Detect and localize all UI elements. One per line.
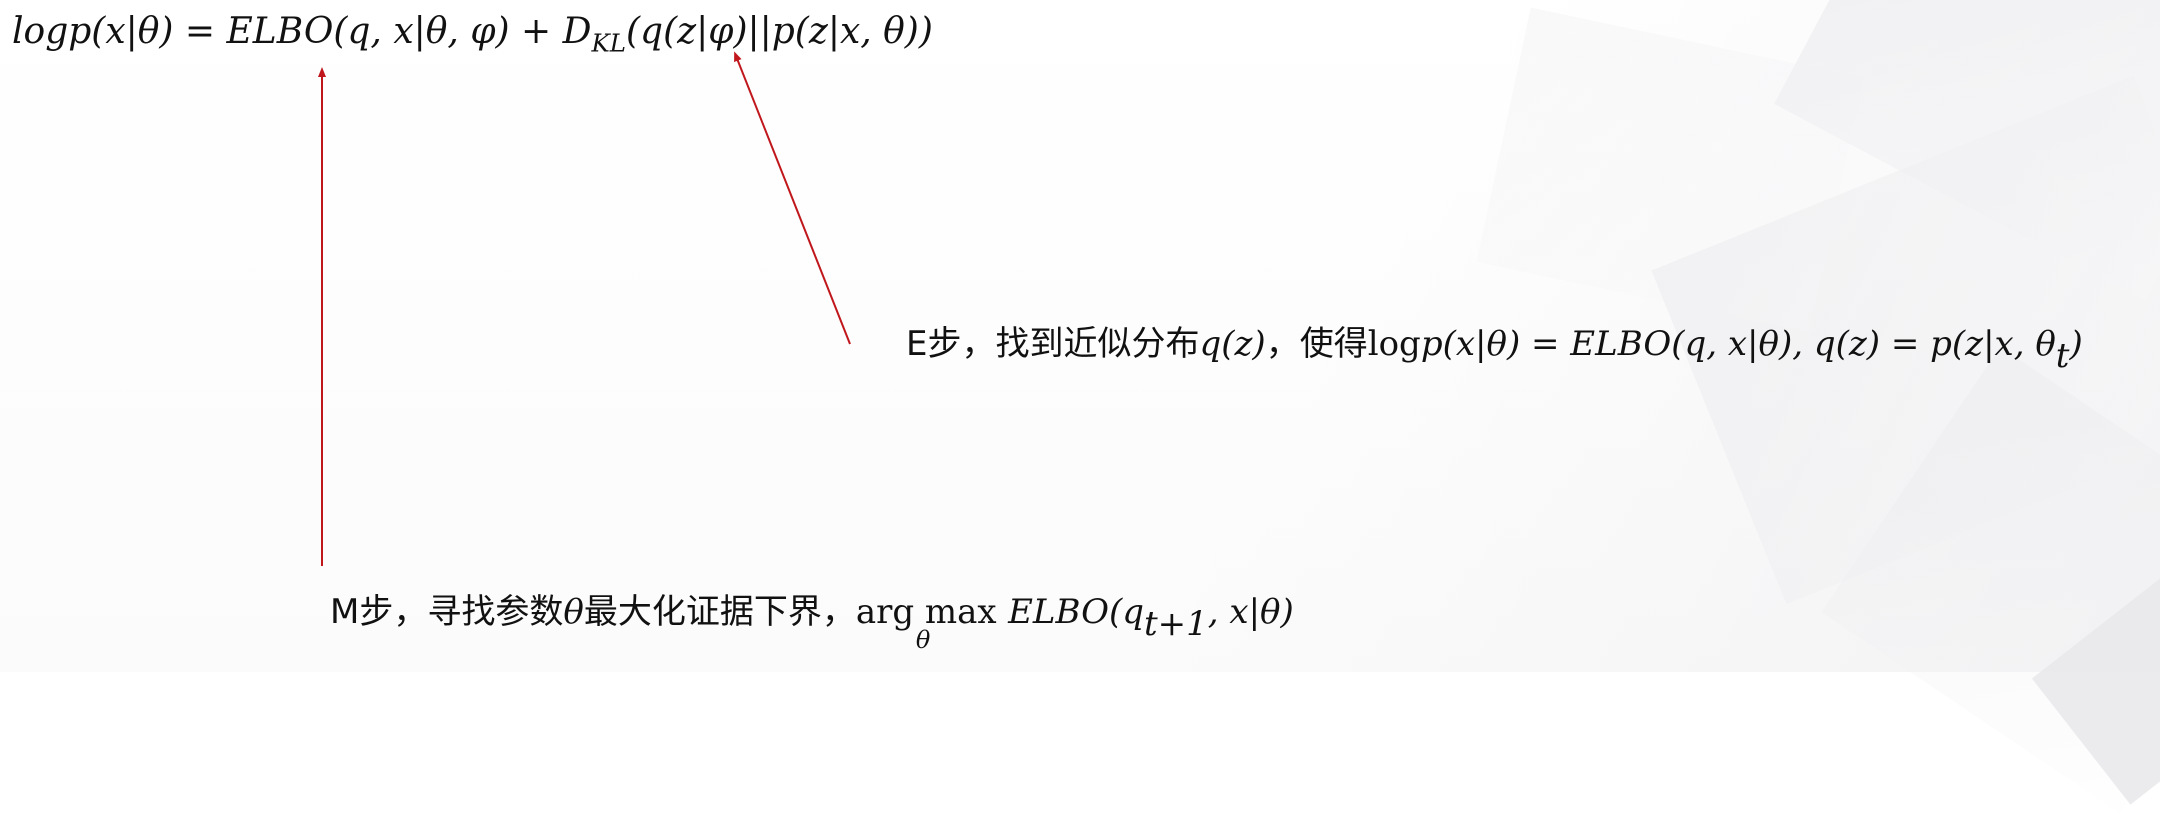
- kl-subscript: KL: [591, 28, 627, 58]
- m-step-theta: θ: [563, 592, 584, 632]
- m-step-subscript: t+1: [1143, 603, 1208, 644]
- e-step-label: E步，找到近似分布: [906, 324, 1200, 364]
- m-step-expression-b: , x|θ): [1207, 592, 1294, 632]
- m-step-label-2: 最大化证据下界，: [583, 592, 856, 632]
- argmax-operator: arg max θ: [856, 586, 997, 652]
- argmax-subscript: θ: [915, 626, 931, 654]
- e-step-description: E步，找到近似分布q(z)，使得logp(x|θ) = ELBO(q, x|θ)…: [906, 318, 2083, 382]
- e-step-arrow: [734, 51, 851, 345]
- m-step-expression-a: ELBO(q: [1008, 592, 1144, 632]
- m-step-label: M步，寻找参数: [330, 592, 564, 632]
- e-step-close: ): [2069, 324, 2083, 364]
- em-decomposition-formula: logp(x|θ) = ELBO(q, x|θ, φ) + DKL(q(z|φ)…: [12, 6, 933, 70]
- e-step-subscript: t: [2055, 335, 2070, 376]
- e-step-expression: p(x|θ) = ELBO(q, x|θ), q(z) = p(z|x, θ: [1420, 324, 2056, 364]
- e-step-qz: q(z): [1199, 324, 1266, 364]
- e-step-mid: ，使得: [1265, 324, 1368, 364]
- e-step-log: log: [1367, 324, 1421, 364]
- formula-rhs: (q(z|φ)||p(z|x, θ)): [626, 11, 933, 52]
- formula-lhs: logp(x|θ) = ELBO(q, x|θ, φ) + D: [12, 11, 592, 52]
- m-step-description: M步，寻找参数θ最大化证据下界，arg max θ ELBO(qt+1, x|θ): [330, 586, 1294, 652]
